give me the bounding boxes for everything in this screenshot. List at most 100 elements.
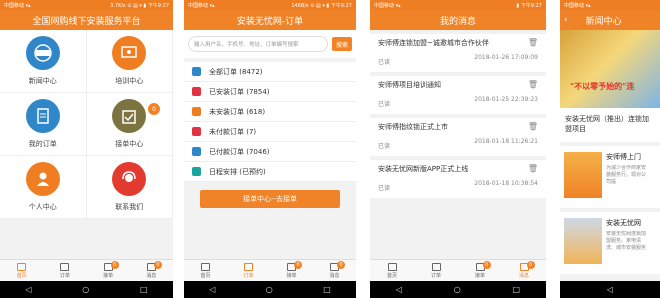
search-button[interactable]: 搜索 bbox=[332, 37, 352, 51]
tab-home[interactable]: 首页 bbox=[370, 260, 414, 281]
tab-messages[interactable]: 消息 0 bbox=[502, 260, 546, 281]
all-orders-icon bbox=[192, 67, 201, 76]
orders-tab-icon bbox=[244, 262, 253, 271]
cell-label: 个人中心 bbox=[28, 203, 57, 211]
order-item-installed[interactable]: 已安装订单 (7854) bbox=[184, 82, 356, 102]
order-item-unpaid[interactable]: 未付款订单 (7) bbox=[184, 122, 356, 142]
tab-messages[interactable]: 消息 0 bbox=[130, 260, 173, 281]
unpaid-icon bbox=[192, 127, 201, 136]
badge: 0 bbox=[153, 261, 162, 269]
tab-bar: 首页 订单 接单 0 消息 0 bbox=[0, 259, 173, 281]
trash-icon[interactable]: 🗑 bbox=[528, 38, 538, 47]
paid-icon bbox=[192, 147, 201, 156]
back-icon[interactable]: ◁ bbox=[607, 285, 613, 294]
trash-icon[interactable]: 🗑 bbox=[528, 122, 538, 131]
recents-icon[interactable]: □ bbox=[323, 285, 331, 294]
badge: 0 bbox=[148, 103, 160, 115]
trash-icon[interactable]: 🗑 bbox=[528, 80, 538, 89]
android-nav-bar: ◁ ○ □ bbox=[0, 281, 173, 298]
news-thumbnail bbox=[564, 218, 602, 264]
back-icon[interactable]: ◁ bbox=[209, 285, 215, 294]
tab-label: 首页 bbox=[16, 272, 27, 279]
android-nav-bar: ◁ ○ □ bbox=[184, 281, 356, 298]
order-label: 日程安排 (已预约) bbox=[209, 167, 266, 176]
order-item-schedule[interactable]: 日程安排 (已预约) bbox=[184, 162, 356, 182]
order-item-all[interactable]: 全部订单 (8472) bbox=[184, 62, 356, 82]
order-label: 全部订单 (8472) bbox=[209, 67, 263, 76]
tab-orders[interactable]: 订单 bbox=[414, 260, 458, 281]
message-item[interactable]: 安装无忧网新版APP正式上线 已读 2018-01-18 10:38:54 🗑 bbox=[370, 160, 546, 198]
message-item[interactable]: 安师傅指纹锁正式上市 已读 2018-01-18 11:26:21 🗑 bbox=[370, 118, 546, 156]
tab-accept[interactable]: 接单 0 bbox=[458, 260, 502, 281]
cell-label: 新闻中心 bbox=[28, 77, 57, 85]
news-desc: 安装无忧网连锁加盟服务。家电清洗、城市安装服务 bbox=[606, 231, 647, 251]
cell-label: 联系我们 bbox=[115, 203, 144, 211]
hero-text: "不以零予始的"连 bbox=[570, 82, 635, 91]
home-nav-icon[interactable]: ○ bbox=[454, 285, 461, 294]
status-right-text: 146B/s ⊙ ▤ ▾ ▮ 下午9:27 bbox=[291, 2, 352, 9]
badge: 0 bbox=[110, 261, 119, 269]
news-desc: 为减少合作商家安装服务行。现对公司提 bbox=[606, 165, 647, 185]
go-accept-orders-button[interactable]: 接单中心--去接单 bbox=[200, 190, 340, 208]
grid-contact-us[interactable]: 联系我们 bbox=[86, 156, 173, 219]
page-title: 新闻中心 bbox=[585, 16, 622, 27]
news-icon bbox=[25, 36, 60, 70]
carrier-text: 中国移动 ▾▴ bbox=[374, 2, 401, 9]
message-item[interactable]: 安师傅连锁加盟~诚邀城市合作伙伴 已读 2018-01-26 17:09:09 🗑 bbox=[370, 34, 546, 72]
order-item-paid[interactable]: 已付款订单 (7046) bbox=[184, 142, 356, 162]
page-title: 我的消息 bbox=[370, 10, 546, 30]
grid-personal-center[interactable]: 个人中心 bbox=[0, 156, 87, 219]
tab-accept[interactable]: 接单 0 bbox=[87, 260, 130, 281]
back-arrow-icon[interactable]: ‹ bbox=[564, 15, 568, 25]
tab-orders[interactable]: 订单 bbox=[43, 260, 86, 281]
order-item-not-installed[interactable]: 未安装订单 (618) bbox=[184, 102, 356, 122]
tab-label: 消息 bbox=[518, 272, 529, 279]
tab-label: 首页 bbox=[200, 272, 211, 279]
home-icon bbox=[201, 262, 210, 271]
page-title: 全国网购线下安装服务平台 bbox=[0, 10, 173, 30]
tab-bar: 首页 订单 接单 0 消息 0 bbox=[184, 259, 356, 281]
status-bar: 中国移动 ▾▴ bbox=[560, 0, 660, 10]
tab-home[interactable]: 首页 bbox=[184, 260, 227, 281]
news-header: ‹ 新闻中心 bbox=[560, 10, 660, 30]
grid-my-orders[interactable]: 我的订单 bbox=[0, 93, 87, 156]
order-label: 未安装订单 (618) bbox=[209, 107, 266, 116]
news-item[interactable]: 安装无忧网 安装无忧网连锁加盟服务。家电清洗、城市安装服务 bbox=[560, 212, 660, 274]
back-icon[interactable]: ◁ bbox=[25, 285, 31, 294]
recents-icon[interactable]: □ bbox=[513, 285, 521, 294]
back-icon[interactable]: ◁ bbox=[396, 285, 402, 294]
tab-orders[interactable]: 订单 bbox=[227, 260, 270, 281]
carrier-text: 中国移动 ▾▴ bbox=[564, 2, 591, 9]
page-title: 安装无忧网-订单 bbox=[184, 10, 356, 30]
grid-accept-order-center[interactable]: 接单中心 0 bbox=[86, 93, 173, 156]
tab-label: 首页 bbox=[386, 272, 397, 279]
tab-label: 接单 bbox=[286, 272, 297, 279]
tab-label: 消息 bbox=[146, 272, 157, 279]
message-time: 2018-01-18 11:26:21 bbox=[474, 138, 538, 145]
tab-messages[interactable]: 消息 0 bbox=[313, 260, 356, 281]
status-bar: 中国移动 ▾▴ 146B/s ⊙ ▤ ▾ ▮ 下午9:27 bbox=[184, 0, 356, 10]
contact-icon bbox=[112, 162, 147, 196]
trash-icon[interactable]: 🗑 bbox=[528, 164, 538, 173]
message-title: 安装无忧网新版APP正式上线 bbox=[378, 165, 469, 173]
badge: 0 bbox=[482, 261, 491, 269]
badge: 0 bbox=[294, 261, 303, 269]
tab-label: 订单 bbox=[59, 272, 70, 279]
news-item[interactable]: 安师傅上门 为减少合作商家安装服务行。现对公司提 bbox=[560, 146, 660, 208]
orders-icon bbox=[25, 99, 60, 133]
message-item[interactable]: 安师傅项目培训通知 已读 2018-01-25 22:39:23 🗑 bbox=[370, 76, 546, 114]
tab-label: 接单 bbox=[103, 272, 114, 279]
grid-training-center[interactable]: 培训中心 bbox=[86, 30, 173, 93]
hero-banner[interactable]: "不以零予始的"连 bbox=[560, 30, 660, 108]
tab-home[interactable]: 首页 bbox=[0, 260, 43, 281]
tab-accept[interactable]: 接单 0 bbox=[270, 260, 313, 281]
headline[interactable]: 安装无忧网（推出）连锁加盟项目 bbox=[560, 108, 660, 142]
home-nav-icon[interactable]: ○ bbox=[82, 285, 89, 294]
recents-icon[interactable]: □ bbox=[140, 285, 148, 294]
grid-news-center[interactable]: 新闻中心 bbox=[0, 30, 87, 93]
news-thumbnail bbox=[564, 152, 602, 198]
home-nav-icon[interactable]: ○ bbox=[266, 285, 273, 294]
search-input[interactable]: 输入用户名、手机号、地址、订单编号搜索 bbox=[188, 36, 328, 52]
cell-label: 接单中心 bbox=[115, 140, 144, 148]
schedule-icon bbox=[192, 167, 201, 176]
